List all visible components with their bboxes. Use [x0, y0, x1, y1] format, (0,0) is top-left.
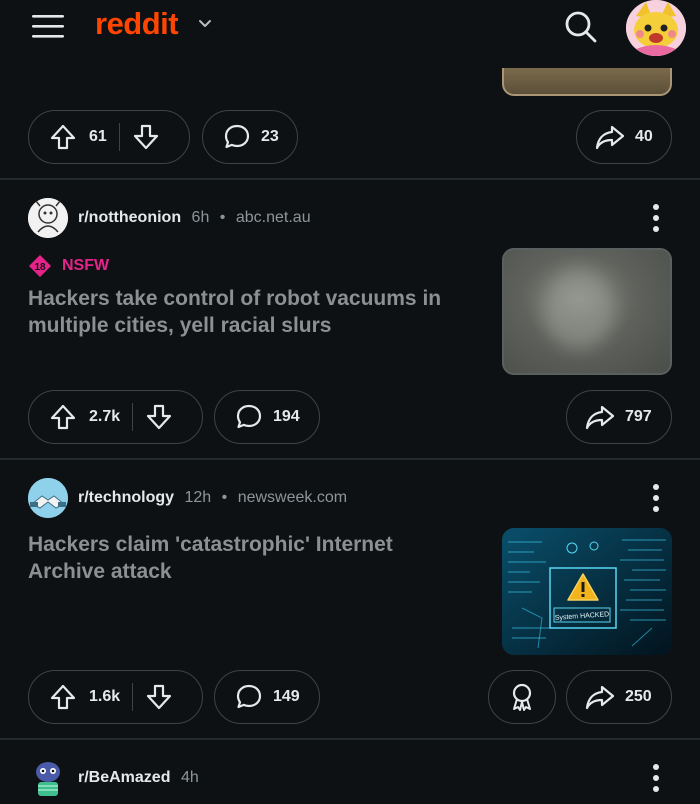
- subreddit-avatar[interactable]: [28, 198, 68, 238]
- vote-control: 61: [28, 110, 190, 164]
- post-thumbnail-hacked[interactable]: System HACKED: [502, 528, 672, 655]
- downvote-icon[interactable]: [145, 683, 173, 711]
- svg-text:18: 18: [34, 262, 46, 273]
- post-meta: r/technology 12h • newsweek.com: [78, 489, 347, 507]
- user-avatar[interactable]: [626, 0, 686, 56]
- comment-count: 149: [273, 688, 300, 705]
- more-options-icon[interactable]: [646, 203, 666, 233]
- post-meta: r/BeAmazed 4h: [78, 769, 199, 787]
- nsfw-label: NSFW: [62, 257, 110, 274]
- comment-bubble-icon: [236, 684, 262, 709]
- nsfw-tag: 18 NSFW: [28, 254, 109, 278]
- meta-separator: •: [221, 489, 228, 506]
- post-divider: [0, 178, 700, 180]
- share-count: 797: [625, 408, 652, 425]
- more-options-icon[interactable]: [646, 483, 666, 513]
- post-age: 6h: [191, 209, 210, 226]
- post-divider: [0, 738, 700, 740]
- hamburger-menu-icon[interactable]: [30, 12, 66, 40]
- post-age: 12h: [184, 489, 212, 506]
- post-age: 4h: [180, 769, 199, 786]
- share-count: 250: [625, 688, 652, 705]
- vote-separator: [118, 123, 120, 151]
- post-meta: r/nottheonion 6h • abc.net.au: [78, 209, 311, 227]
- more-options-icon[interactable]: [646, 763, 666, 793]
- subreddit-name[interactable]: r/BeAmazed: [78, 769, 170, 786]
- award-icon: [512, 683, 532, 711]
- award-button[interactable]: [488, 670, 556, 724]
- comments-button[interactable]: 23: [202, 110, 298, 164]
- subreddit-avatar[interactable]: [28, 478, 68, 518]
- upvote-icon[interactable]: [49, 683, 77, 711]
- comments-button[interactable]: 149: [214, 670, 320, 724]
- upvote-icon[interactable]: [49, 403, 77, 431]
- share-arrow-icon: [585, 685, 615, 710]
- reddit-logo[interactable]: reddit: [95, 6, 179, 42]
- post-title[interactable]: Hackers claim 'catastrophic' Internet Ar…: [28, 531, 468, 585]
- post-thumbnail-blurred[interactable]: [502, 248, 672, 375]
- subreddit-name[interactable]: r/technology: [78, 489, 174, 506]
- vote-separator: [132, 683, 134, 711]
- downvote-icon[interactable]: [145, 403, 173, 431]
- downvote-icon[interactable]: [132, 123, 160, 151]
- share-arrow-icon: [585, 405, 615, 430]
- share-button[interactable]: 250: [566, 670, 672, 724]
- link-domain[interactable]: newsweek.com: [238, 489, 347, 506]
- link-domain[interactable]: abc.net.au: [236, 209, 311, 226]
- vote-control: 2.7k: [28, 390, 203, 444]
- upvote-count: 2.7k: [89, 408, 121, 425]
- subreddit-name[interactable]: r/nottheonion: [78, 209, 181, 226]
- comment-count: 23: [261, 128, 279, 145]
- share-count: 40: [635, 128, 653, 145]
- post-title[interactable]: Hackers take control of robot vacuums in…: [28, 285, 468, 339]
- upvote-icon[interactable]: [49, 123, 77, 151]
- comment-bubble-icon: [236, 404, 262, 429]
- comment-bubble-icon: [224, 124, 250, 149]
- search-icon[interactable]: [562, 8, 600, 46]
- meta-separator: •: [219, 209, 226, 226]
- comments-button[interactable]: 194: [214, 390, 320, 444]
- share-button[interactable]: 40: [576, 110, 672, 164]
- upvote-count: 1.6k: [89, 688, 121, 705]
- subreddit-avatar[interactable]: [28, 758, 68, 798]
- top-bar: reddit: [0, 0, 700, 56]
- vote-separator: [132, 403, 134, 431]
- upvote-count: 61: [89, 128, 107, 145]
- share-arrow-icon: [595, 125, 625, 150]
- post-divider: [0, 458, 700, 460]
- previous-post-thumbnail[interactable]: [502, 68, 672, 96]
- comment-count: 194: [273, 408, 300, 425]
- chevron-down-icon[interactable]: [196, 14, 214, 32]
- nsfw-18-badge-icon: 18: [29, 255, 51, 277]
- share-button[interactable]: 797: [566, 390, 672, 444]
- vote-control: 1.6k: [28, 670, 203, 724]
